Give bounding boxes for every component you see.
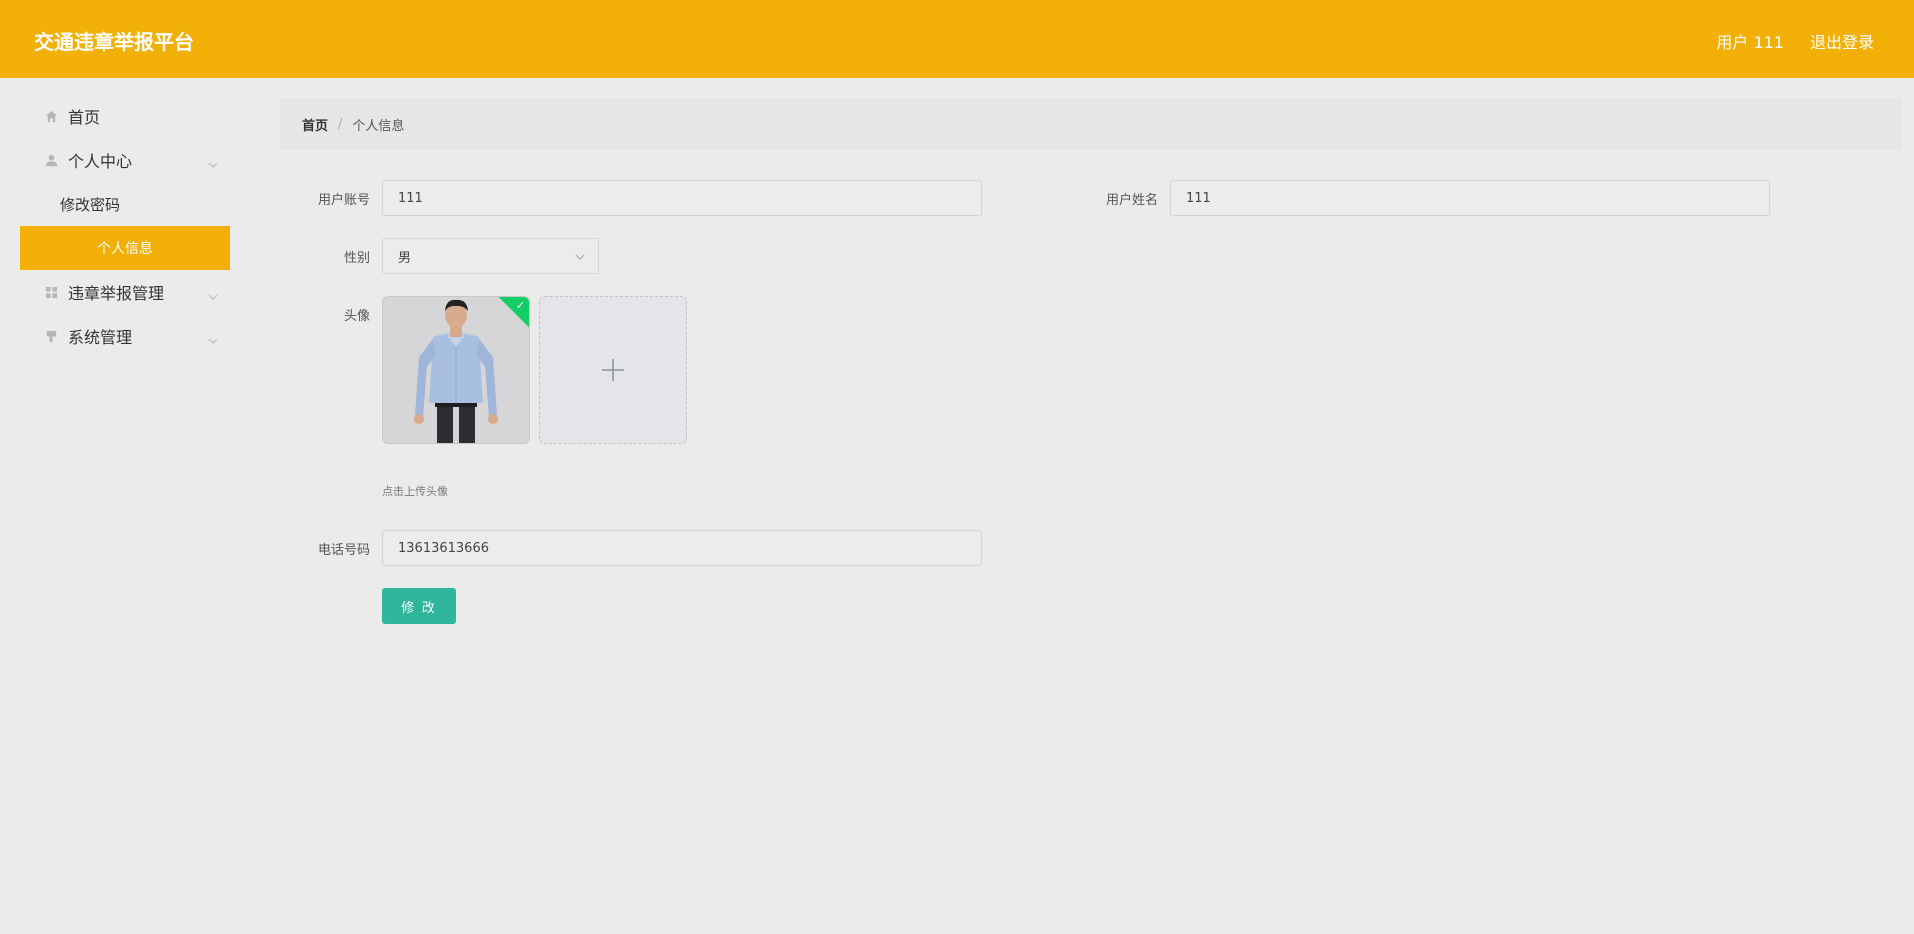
gender-select[interactable]: 男	[382, 238, 599, 274]
sidebar-item-label: 个人中心	[68, 152, 133, 171]
account-label: 用户账号	[317, 193, 370, 208]
chevron-down-icon	[208, 330, 218, 349]
phone-label: 电话号码	[317, 543, 370, 558]
sidebar-item-home[interactable]: 首页	[20, 94, 230, 138]
user-icon	[44, 153, 58, 167]
sidebar-item-system-management[interactable]: 系统管理	[20, 314, 230, 358]
brand-title: 交通违章举报平台	[34, 30, 194, 54]
account-field[interactable]: 111	[382, 180, 982, 216]
avatar-upload-button[interactable]	[539, 296, 687, 444]
breadcrumb-separator: /	[338, 116, 343, 132]
sidebar-menu: 首页 个人中心 修改密码 个人信息 违章举报管理 系统管理	[20, 94, 230, 358]
sidebar-item-label: 违章举报管理	[68, 284, 165, 303]
avatar-label: 头像	[343, 309, 370, 324]
submit-button[interactable]: 修 改	[382, 588, 456, 624]
sidebar-subitem-personal-info[interactable]: 个人信息	[20, 226, 230, 270]
logout-link[interactable]: 退出登录	[1810, 29, 1874, 53]
phone-field[interactable]: 13613613666	[382, 530, 982, 566]
avatar-preview[interactable]: ✓	[382, 296, 530, 444]
sidebar-item-label: 系统管理	[68, 328, 133, 347]
top-header: 交通违章举报平台 用户 111 退出登录	[0, 0, 1914, 78]
avatar-image	[383, 297, 529, 443]
breadcrumb-current: 个人信息	[352, 118, 405, 134]
sidebar-item-personal-center[interactable]: 个人中心	[20, 138, 230, 182]
breadcrumb: 首页 / 个人信息	[280, 98, 1902, 150]
grid-icon	[44, 285, 58, 299]
upload-tip: 点击上传头像	[382, 485, 448, 498]
plus-icon	[602, 359, 624, 381]
gender-label: 性别	[343, 251, 370, 266]
sidebar-item-violation-management[interactable]: 违章举报管理	[20, 270, 230, 314]
sidebar-item-label: 首页	[68, 108, 101, 127]
home-icon	[44, 109, 58, 123]
chevron-down-icon	[208, 286, 218, 305]
chevron-down-icon	[208, 154, 218, 173]
flag-icon	[44, 329, 58, 343]
name-label: 用户姓名	[1105, 193, 1158, 208]
sidebar-subitem-change-password[interactable]: 修改密码	[20, 182, 230, 226]
chevron-down-icon	[574, 251, 586, 266]
breadcrumb-home-link[interactable]: 首页	[302, 115, 328, 134]
name-field[interactable]: 111	[1170, 180, 1770, 216]
check-icon: ✓	[515, 299, 525, 312]
current-user-label: 用户 111	[1716, 33, 1784, 52]
gender-selected-value: 男	[398, 250, 412, 266]
